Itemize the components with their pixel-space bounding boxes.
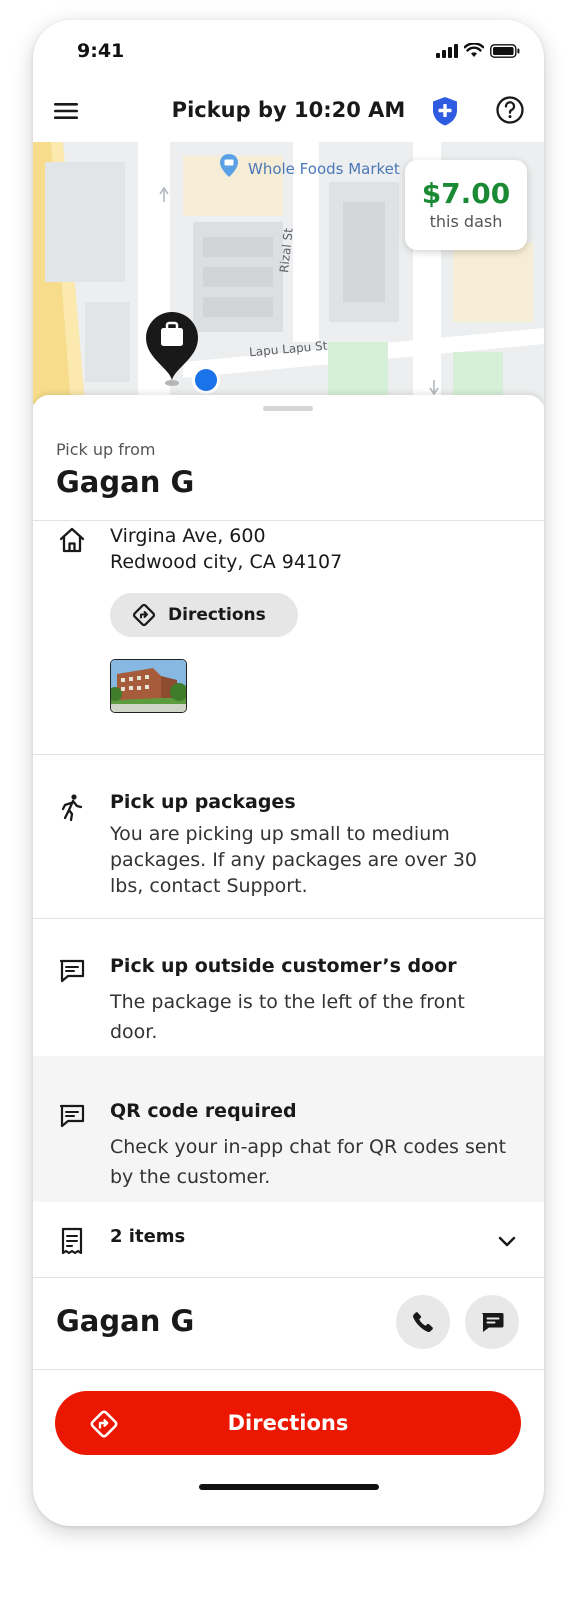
sheet-grabber[interactable] [263, 406, 313, 411]
earnings-amount: $7.00 [421, 177, 511, 210]
status-bar: 9:41 [33, 20, 544, 78]
wifi-icon [464, 43, 484, 57]
map-poi-label: Whole Foods Market [248, 160, 400, 178]
instruction-text: The package is to the left of the front … [110, 991, 465, 1043]
instruction-title: Pick up packages [110, 791, 296, 813]
phone-frame: 9:41 Pickup by 10:20 AM Whole Foods Mark… [33, 20, 544, 1526]
message-icon [59, 959, 85, 983]
directions-pill-label: Directions [168, 605, 266, 625]
home-indicator[interactable] [199, 1484, 379, 1490]
divider [33, 520, 544, 521]
address-text: Virgina Ave, 600 Redwood city, CA 94107 [110, 523, 342, 575]
building-photo-thumbnail[interactable] [110, 659, 187, 713]
help-icon[interactable] [495, 95, 525, 125]
instruction-text: You are picking up small to medium packa… [110, 823, 477, 897]
pickup-label: Pick up from [56, 440, 156, 459]
address-line-2: Redwood city, CA 94107 [110, 551, 343, 573]
instruction-title: QR code required [110, 1100, 297, 1122]
pickup-name: Gagan G [56, 465, 195, 499]
instruction-text: Check your in-app chat for QR codes sent… [110, 1136, 507, 1188]
chevron-down-icon[interactable] [495, 1229, 519, 1253]
instruction-title: Pick up outside customer’s door [110, 955, 457, 977]
walking-person-icon [61, 794, 83, 822]
safety-shield-icon[interactable] [430, 95, 460, 127]
battery-icon [490, 43, 520, 58]
earnings-card: $7.00 this dash [405, 160, 527, 250]
address-line-1: Virgina Ave, 600 [110, 525, 266, 547]
directions-icon [90, 1410, 118, 1438]
status-time: 9:41 [77, 40, 125, 62]
status-icons [436, 43, 520, 58]
divider [33, 918, 544, 919]
divider [33, 1369, 544, 1370]
message-icon [59, 1104, 85, 1128]
top-header: Pickup by 10:20 AM [33, 86, 544, 142]
directions-pill-button[interactable]: Directions [110, 593, 298, 637]
signal-icon [436, 43, 458, 58]
divider [33, 754, 544, 755]
home-icon [59, 527, 85, 553]
directions-button-label: Directions [227, 1411, 349, 1435]
page-title: Pickup by 10:20 AM [171, 98, 406, 122]
divider [33, 1277, 544, 1278]
chat-icon [481, 1313, 504, 1332]
directions-button[interactable]: Directions [55, 1391, 521, 1455]
phone-icon [413, 1312, 433, 1332]
message-customer-button[interactable] [465, 1295, 519, 1349]
earnings-label: this dash [429, 212, 503, 231]
directions-icon [132, 603, 156, 627]
items-count[interactable]: 2 items [110, 1226, 185, 1247]
building-photo [111, 660, 186, 712]
receipt-icon [61, 1227, 83, 1255]
call-button[interactable] [396, 1295, 450, 1349]
pickup-details-sheet: Pick up from Gagan G Virgina Ave, 600 Re… [33, 395, 544, 1526]
customer-name: Gagan G [56, 1304, 195, 1338]
